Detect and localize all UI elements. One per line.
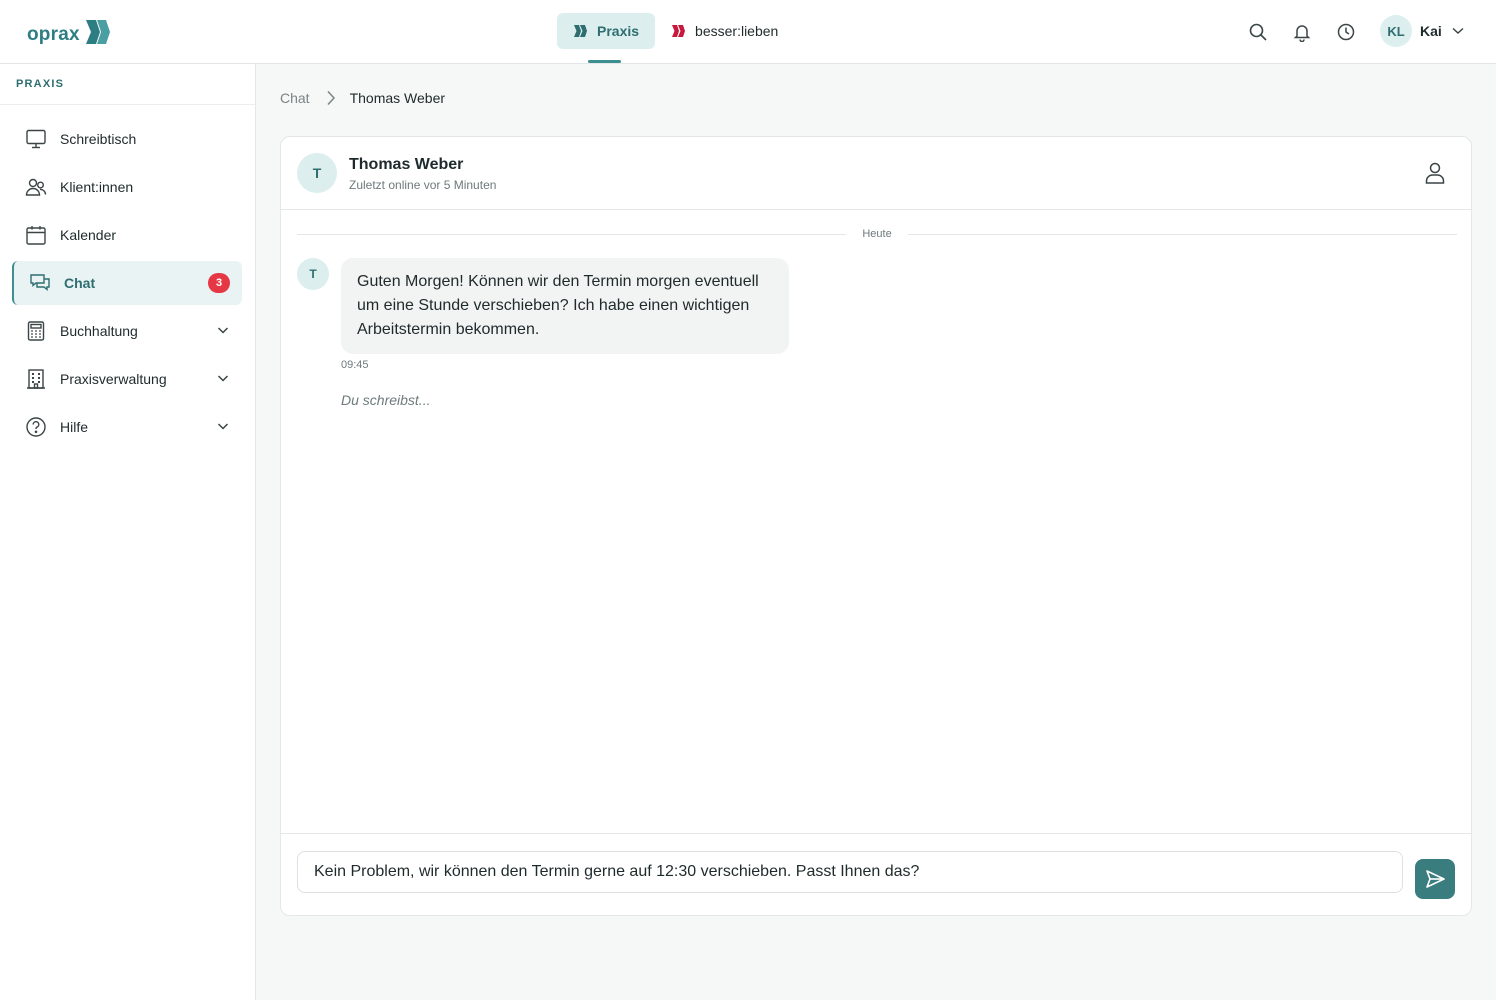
- tab-besser-lieben-label: besser:lieben: [695, 23, 779, 39]
- sidebar-item-label: Praxisverwaltung: [60, 371, 167, 387]
- message-bubble: Guten Morgen! Können wir den Termin morg…: [341, 258, 789, 354]
- sidebar-item-label: Hilfe: [60, 419, 89, 435]
- calculator-icon: [24, 319, 48, 343]
- sidebar-item-kalender[interactable]: Kalender: [12, 213, 242, 257]
- divider-line: [907, 233, 1458, 235]
- contact-profile-button[interactable]: [1423, 161, 1447, 185]
- user-name: Kai: [1420, 23, 1442, 39]
- sidebar-item-hilfe[interactable]: Hilfe: [12, 405, 242, 449]
- contact-avatar: T: [297, 153, 337, 193]
- besser-lieben-chevrons-icon: [672, 25, 686, 37]
- chevron-down-icon: [1452, 27, 1464, 35]
- chat-icon: [28, 271, 52, 295]
- help-icon: [24, 415, 48, 439]
- sidebar-heading: PRAXIS: [0, 64, 255, 105]
- breadcrumb-current: Thomas Weber: [349, 90, 446, 106]
- sidebar-item-praxisverwaltung[interactable]: Praxisverwaltung: [12, 357, 242, 401]
- app-switcher: Praxis besser:lieben: [557, 13, 794, 49]
- contact-name: Thomas Weber: [349, 156, 464, 173]
- sidebar-item-chat[interactable]: Chat 3: [12, 261, 242, 305]
- unread-badge: 3: [208, 273, 230, 293]
- date-divider-label: Heute: [862, 228, 892, 240]
- tab-besser-lieben[interactable]: besser:lieben: [655, 13, 794, 49]
- send-button[interactable]: [1415, 859, 1455, 899]
- sidebar-item-label: Buchhaltung: [60, 323, 138, 339]
- message-sender-avatar: T: [297, 258, 329, 290]
- chevron-right-icon: [326, 90, 336, 106]
- date-divider: Heute: [297, 226, 1458, 242]
- message-timestamp: 09:45: [341, 359, 369, 371]
- clock-icon[interactable]: [1335, 21, 1357, 43]
- sidebar-item-label: Chat: [64, 275, 96, 291]
- chat-header: T Thomas Weber Zuletzt online vor 5 Minu…: [281, 137, 1471, 210]
- active-tab-indicator: [588, 60, 621, 63]
- sidebar-menu: Schreibtisch Klient:innen Kalender Chat …: [0, 105, 255, 449]
- building-icon: [24, 367, 48, 391]
- monitor-icon: [24, 127, 48, 151]
- praxis-chevrons-icon: [574, 25, 587, 37]
- top-bar: oprax Praxis besser:lieben KL Kai: [0, 0, 1496, 64]
- calendar-icon: [24, 223, 48, 247]
- avatar: KL: [1380, 15, 1412, 47]
- sidebar-item-schreibtisch[interactable]: Schreibtisch: [12, 117, 242, 161]
- chevron-down-icon: [217, 375, 229, 382]
- breadcrumb-chat-link[interactable]: Chat: [280, 90, 310, 106]
- user-icon: [1425, 162, 1445, 184]
- oprax-logo[interactable]: oprax: [27, 16, 112, 46]
- divider-line: [297, 233, 847, 235]
- breadcrumb: Chat Thomas Weber: [280, 90, 445, 106]
- logo-chevrons-icon: [85, 20, 110, 44]
- bell-icon[interactable]: [1291, 21, 1313, 43]
- logo-text: oprax: [27, 24, 80, 45]
- tab-praxis-label: Praxis: [597, 23, 640, 39]
- sidebar-item-buchhaltung[interactable]: Buchhaltung: [12, 309, 242, 353]
- users-icon: [24, 175, 48, 199]
- chat-panel: T Thomas Weber Zuletzt online vor 5 Minu…: [280, 136, 1472, 916]
- message-composer: [281, 833, 1471, 915]
- user-menu[interactable]: KL Kai: [1380, 15, 1464, 47]
- tab-praxis[interactable]: Praxis: [557, 13, 656, 49]
- sidebar-item-label: Schreibtisch: [60, 131, 137, 147]
- sidebar-item-label: Klient:innen: [60, 179, 134, 195]
- typing-indicator: Du schreibst...: [341, 392, 431, 408]
- sidebar-item-klientinnen[interactable]: Klient:innen: [12, 165, 242, 209]
- contact-status: Zuletzt online vor 5 Minuten: [349, 178, 497, 192]
- sidebar-item-label: Kalender: [60, 227, 117, 243]
- sidebar: PRAXIS Schreibtisch Klient:innen Kalende…: [0, 64, 256, 1000]
- chevron-down-icon: [217, 327, 229, 334]
- chevron-down-icon: [217, 423, 229, 430]
- send-icon: [1426, 870, 1445, 888]
- message-input[interactable]: [297, 851, 1403, 893]
- search-icon[interactable]: [1247, 21, 1269, 43]
